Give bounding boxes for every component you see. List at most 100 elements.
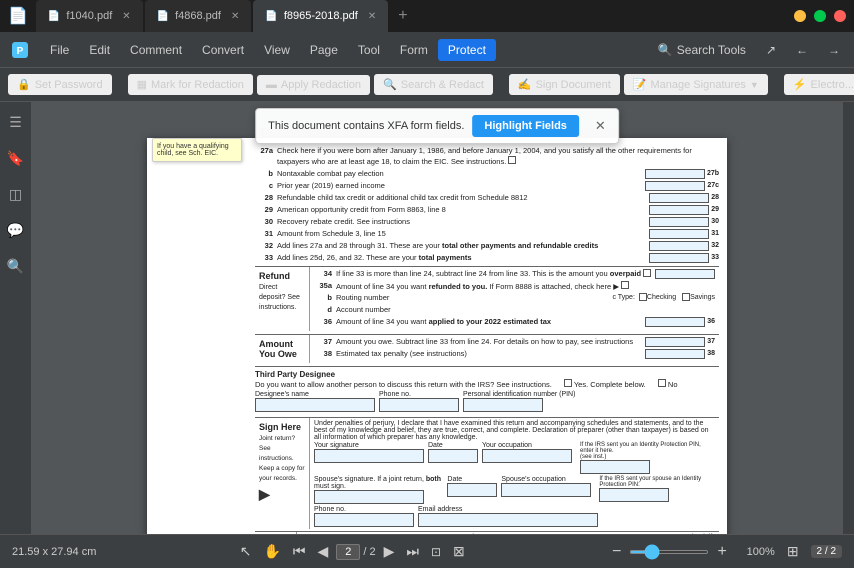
sign-date-input[interactable] xyxy=(428,449,478,463)
third-party-yes-checkbox[interactable] xyxy=(564,379,572,387)
sign-here-label: Sign HereJoint return? See instructions.… xyxy=(255,418,310,529)
search-redact-button[interactable]: 🔍 Search & Redact xyxy=(374,74,493,95)
designee-phone-input[interactable] xyxy=(379,398,459,412)
set-password-button[interactable]: 🔒 Set Password xyxy=(8,74,112,95)
apply-redaction-label: Apply Redaction xyxy=(281,79,361,91)
input-38[interactable] xyxy=(645,349,705,359)
menu-protect[interactable]: Protect xyxy=(438,39,496,61)
occupation-input[interactable] xyxy=(482,449,572,463)
first-page-btn[interactable]: ⏮ xyxy=(289,541,310,562)
menu-view[interactable]: View xyxy=(254,39,300,61)
row-35a-checkbox[interactable] xyxy=(621,281,629,289)
mark-redaction-button[interactable]: ▦ Mark for Redaction xyxy=(128,74,253,95)
designee-pin-input[interactable] xyxy=(463,398,543,412)
apply-redaction-button[interactable]: ▬ Apply Redaction xyxy=(257,75,370,95)
tab-close-f8965[interactable]: ✕ xyxy=(368,11,376,22)
row-35b-checking[interactable] xyxy=(639,293,647,301)
electro-button[interactable]: ⚡ Electro... xyxy=(784,74,854,95)
sign-document-button[interactable]: ✍ Sign Document xyxy=(509,74,620,95)
minimize-button[interactable] xyxy=(794,10,806,22)
input-32[interactable] xyxy=(649,241,709,251)
notification-close-button[interactable]: ✕ xyxy=(595,118,606,134)
input-30[interactable] xyxy=(649,217,709,227)
view-mode-btn[interactable]: ⊞ xyxy=(783,541,803,562)
next-page-btn[interactable]: ▶ xyxy=(380,541,399,562)
forward-btn[interactable]: → xyxy=(818,39,850,61)
spouse-occupation-input[interactable] xyxy=(501,483,591,497)
input-29[interactable] xyxy=(649,205,709,215)
row-34-checkbox[interactable] xyxy=(643,269,651,277)
prev-page-btn[interactable]: ◀ xyxy=(314,541,333,562)
share-btn[interactable]: ↗ xyxy=(756,39,786,61)
tab-label-f8965: f8965-2018.pdf xyxy=(284,10,358,22)
refund-section: RefundDirect deposit? See instructions. … xyxy=(255,266,719,331)
input-31[interactable] xyxy=(649,229,709,239)
identity-pin-input[interactable] xyxy=(580,460,650,474)
pdf-row-38: 38 Estimated tax penalty (see instructio… xyxy=(314,349,715,359)
manage-signatures-button[interactable]: 📝 Manage Signatures ▼ xyxy=(624,74,768,95)
tab-close-f4868[interactable]: ✕ xyxy=(231,11,239,22)
sidebar-layers-icon[interactable]: ◫ xyxy=(4,182,28,206)
pdf-row-28: 28 Refundable child tax credit or additi… xyxy=(255,193,719,203)
input-34[interactable] xyxy=(655,269,715,279)
back-btn[interactable]: ← xyxy=(786,39,818,61)
tab-f4868[interactable]: 📄 f4868.pdf ✕ xyxy=(145,0,252,32)
row-num-27b: b xyxy=(255,169,273,179)
refund-rows: 34 If line 33 is more than line 24, subt… xyxy=(310,267,719,331)
main-area: ☰ 🔖 ◫ 💬 🔍 This document contains XFA for… xyxy=(0,102,854,534)
search-tools-btn[interactable]: 🔍 Search Tools xyxy=(648,39,756,61)
spouse-date-input[interactable] xyxy=(447,483,497,497)
row-num-32: 32 xyxy=(255,241,273,251)
spouse-sig-input[interactable] xyxy=(314,490,424,504)
zoom-slider[interactable] xyxy=(629,550,709,554)
phone-input[interactable] xyxy=(314,513,414,527)
maximize-button[interactable] xyxy=(814,10,826,22)
input-33[interactable] xyxy=(649,253,709,263)
menu-edit[interactable]: Edit xyxy=(79,39,120,61)
row-27a-checkbox[interactable] xyxy=(508,156,516,164)
menu-form[interactable]: Form xyxy=(390,39,438,61)
menu-file[interactable]: File xyxy=(40,39,79,61)
close-button[interactable] xyxy=(834,10,846,22)
menu-comment[interactable]: Comment xyxy=(120,39,192,61)
third-party-no-checkbox[interactable] xyxy=(658,379,666,387)
sidebar-search-icon[interactable]: 🔍 xyxy=(4,254,28,278)
page-number-input[interactable] xyxy=(336,544,360,560)
input-37[interactable] xyxy=(645,337,705,347)
email-input[interactable] xyxy=(418,513,598,527)
menu-page[interactable]: Page xyxy=(300,39,348,61)
electro-label: Electro... xyxy=(811,79,854,91)
pdf-container[interactable]: If you have a qualifying child, see Sch.… xyxy=(32,102,842,534)
third-party-section: Third Party Designee Do you want to allo… xyxy=(255,366,719,415)
fit-page-btn[interactable]: ⊡ xyxy=(427,543,445,561)
tab-close-f1040[interactable]: ✕ xyxy=(122,11,130,22)
sidebar-nav-icon[interactable]: ☰ xyxy=(4,110,28,134)
hand-tool-btn[interactable]: ✋ xyxy=(259,541,284,562)
cursor-tool-btn[interactable]: ↖ xyxy=(236,541,256,562)
input-36[interactable] xyxy=(645,317,705,327)
menu-tool[interactable]: Tool xyxy=(348,39,390,61)
menu-convert[interactable]: Convert xyxy=(192,39,254,61)
input-27c[interactable] xyxy=(645,181,705,191)
select-btn[interactable]: ⊠ xyxy=(449,541,469,562)
zoom-out-btn[interactable]: − xyxy=(608,541,625,563)
your-signature-input[interactable] xyxy=(314,449,424,463)
row-num-29: 29 xyxy=(255,205,273,215)
highlight-fields-button[interactable]: Highlight Fields xyxy=(472,115,579,137)
right-resize-handle[interactable] xyxy=(842,102,854,534)
window-controls xyxy=(794,10,846,22)
tab-f1040[interactable]: 📄 f1040.pdf ✕ xyxy=(36,0,143,32)
tab-f8965[interactable]: 📄 f8965-2018.pdf ✕ xyxy=(253,0,388,32)
new-tab-button[interactable]: + xyxy=(390,0,415,32)
sidebar-comment-icon[interactable]: 💬 xyxy=(4,218,28,242)
last-page-btn[interactable]: ⏭ xyxy=(402,541,423,562)
manage-signatures-label: Manage Signatures xyxy=(651,79,746,91)
row-35b-savings[interactable] xyxy=(682,293,690,301)
input-28[interactable] xyxy=(649,193,709,203)
spouse-pin-input[interactable] xyxy=(599,488,669,502)
zoom-in-btn[interactable]: + xyxy=(713,541,730,563)
designee-name-input[interactable] xyxy=(255,398,375,412)
pdf-row-27a: 27a Check here if you were born after Ja… xyxy=(255,146,719,167)
input-27b[interactable] xyxy=(645,169,705,179)
sidebar-bookmark-icon[interactable]: 🔖 xyxy=(4,146,28,170)
